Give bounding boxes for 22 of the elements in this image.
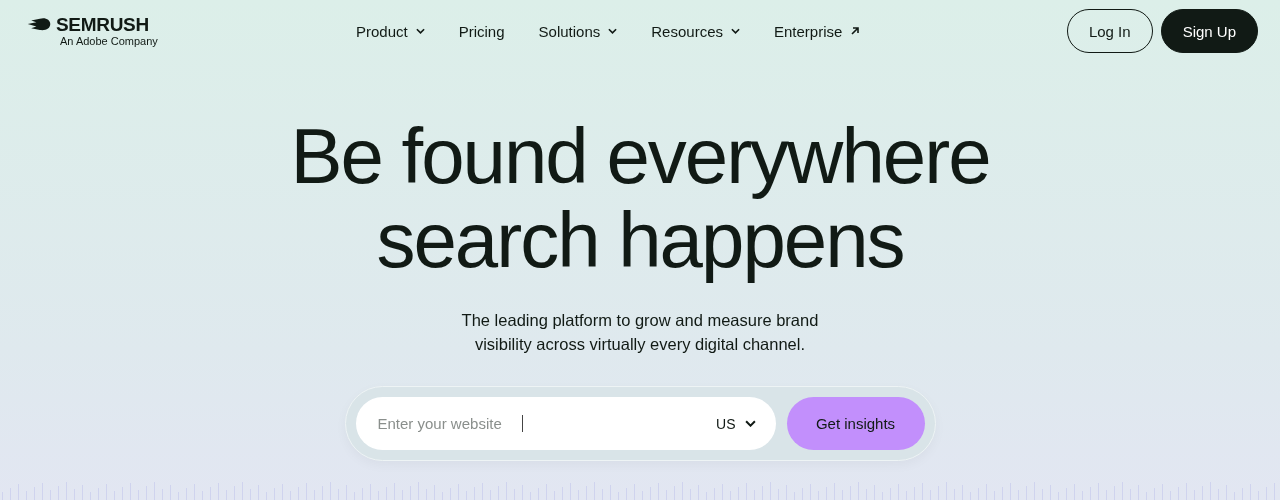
text-cursor xyxy=(521,415,523,432)
website-input-field[interactable]: Enter your website US xyxy=(355,397,776,450)
chevron-down-icon xyxy=(744,420,756,427)
headline: search happens xyxy=(376,198,904,282)
nav-link[interactable]: Solutions xyxy=(538,22,618,40)
headline: Be found everywhere xyxy=(290,114,990,198)
logo-tagline: An Adobe Company xyxy=(60,35,158,47)
chevron-down-icon xyxy=(608,28,618,34)
nav-link[interactable]: Resources xyxy=(651,22,740,40)
logo-wordmark[interactable]: SEMRUSH xyxy=(56,15,158,35)
nav-link[interactable]: Pricing xyxy=(458,22,505,40)
arrow-up-right-icon xyxy=(850,26,861,36)
chevron-down-icon xyxy=(415,28,425,34)
subtitle: visibility across virtually every digital channel. xyxy=(474,334,806,355)
get-insights-button[interactable]: Get insights xyxy=(786,397,925,450)
chevron-down-icon xyxy=(731,28,740,34)
country-select[interactable]: US xyxy=(716,415,756,432)
logo-icon xyxy=(26,16,52,32)
nav-link[interactable]: Product xyxy=(356,22,425,40)
subtitle: The leading platform to grow and measure brand xyxy=(461,310,819,331)
signup-button[interactable]: Sign Up xyxy=(1160,9,1258,53)
nav-link[interactable]: Enterprise xyxy=(774,22,861,40)
